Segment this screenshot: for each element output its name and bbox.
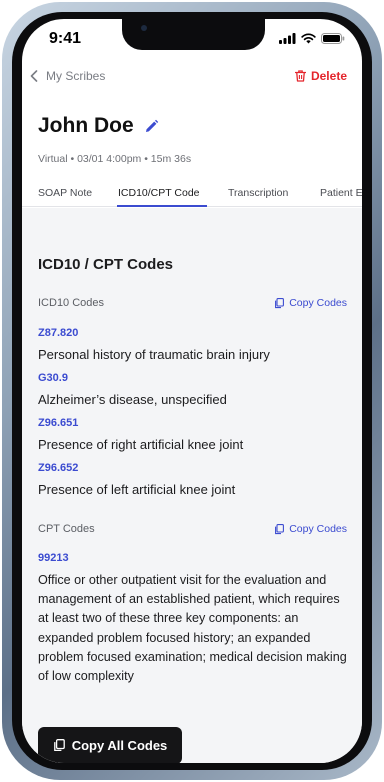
status-time: 9:41: [49, 30, 82, 47]
tab-transcription[interactable]: Transcription: [228, 187, 288, 199]
icd10-description: Alzheimer’s disease, unspecified: [38, 392, 227, 407]
delete-label: Delete: [310, 69, 347, 83]
icd10-description: Presence of left artificial knee joint: [38, 482, 236, 497]
patient-name: John Doe: [38, 114, 134, 137]
icd10-code[interactable]: Z87.820: [38, 327, 78, 339]
tab-icd10-cpt-code[interactable]: ICD10/CPT Code: [118, 187, 200, 199]
cpt-code[interactable]: 99213: [38, 552, 69, 564]
icd10-label: ICD10 Codes: [38, 297, 105, 309]
app-screen: 9:41 My Scribes Delete John Doe Virtual …: [22, 19, 362, 763]
delete-button[interactable]: Delete: [294, 69, 347, 83]
patient-header: John Doe: [38, 114, 159, 138]
codes-content: ICD10 / CPT Codes ICD10 Codes Copy Codes…: [22, 208, 362, 763]
icd10-code[interactable]: Z96.652: [38, 462, 78, 474]
nav-row: My Scribes Delete: [22, 67, 362, 89]
notch: [122, 19, 265, 50]
cpt-header: CPT Codes Copy Codes: [38, 523, 347, 539]
copy-icon: [275, 523, 285, 534]
trash-icon: [294, 70, 306, 82]
copy-icon: [53, 739, 65, 752]
pencil-icon[interactable]: [144, 119, 159, 134]
copy-all-label: Copy All Codes: [71, 738, 168, 753]
icd10-header: ICD10 Codes Copy Codes: [38, 297, 347, 313]
back-button[interactable]: My Scribes: [30, 69, 105, 83]
status-bar: 9:41: [22, 19, 362, 59]
icd10-code[interactable]: G30.9: [38, 372, 68, 384]
copy-codes-label: Copy Codes: [289, 297, 347, 309]
status-icons: [279, 33, 345, 44]
cpt-description: Office or other outpatient visit for the…: [38, 573, 347, 684]
signal-icon: [279, 33, 296, 44]
active-tab-indicator: [117, 205, 207, 207]
copy-cpt-codes-button[interactable]: Copy Codes: [274, 523, 347, 535]
front-camera: [141, 25, 147, 31]
visit-meta: Virtual • 03/01 4:00pm • 15m 36s: [38, 153, 192, 165]
wifi-icon: [301, 33, 316, 44]
copy-codes-label: Copy Codes: [289, 523, 347, 535]
copy-icd10-codes-button[interactable]: Copy Codes: [274, 297, 347, 309]
cpt-label: CPT Codes: [38, 523, 95, 535]
icd10-code[interactable]: Z96.651: [38, 417, 78, 429]
chevron-left-icon: [30, 70, 38, 82]
tab-patient[interactable]: Patient E: [320, 187, 362, 199]
copy-icon: [275, 297, 285, 308]
copy-all-codes-button[interactable]: Copy All Codes: [38, 727, 182, 763]
battery-icon: [321, 33, 345, 44]
tab-bar: SOAP Note ICD10/CPT Code Transcription P…: [22, 182, 362, 207]
icd10-description: Personal history of traumatic brain inju…: [38, 347, 270, 362]
tab-soap-note[interactable]: SOAP Note: [38, 187, 92, 199]
section-title: ICD10 / CPT Codes: [38, 256, 174, 273]
back-label: My Scribes: [46, 69, 106, 83]
icd10-description: Presence of right artificial knee joint: [38, 437, 244, 452]
